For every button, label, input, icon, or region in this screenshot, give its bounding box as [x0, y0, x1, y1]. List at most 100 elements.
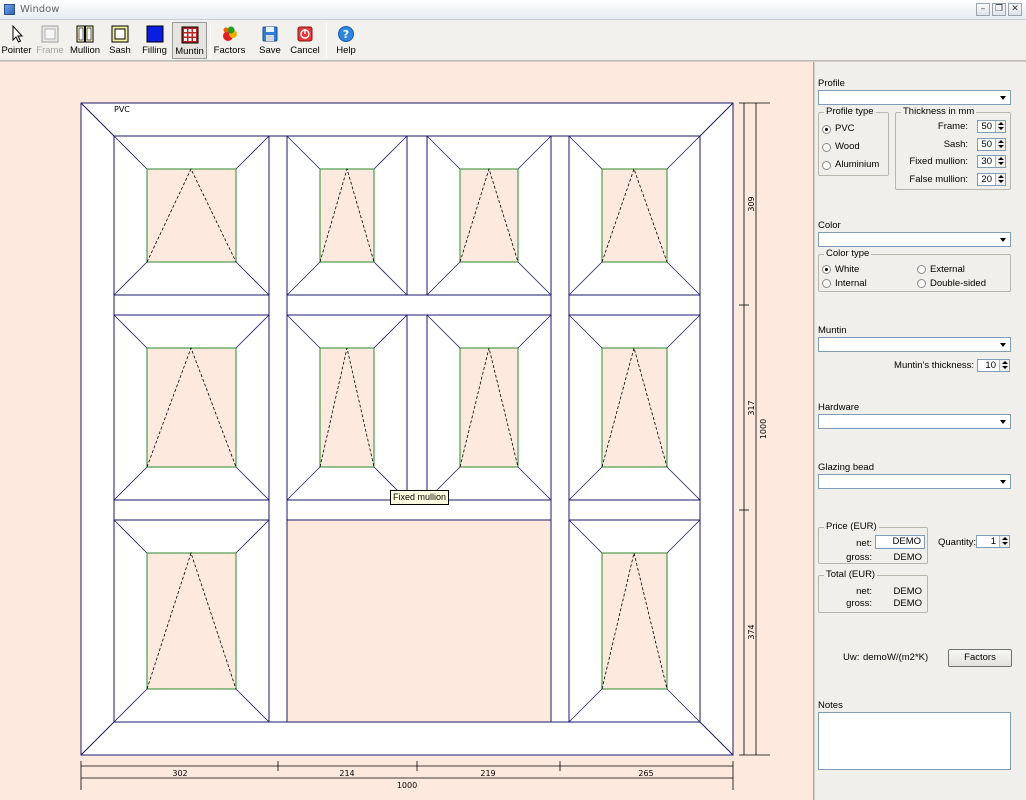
sash-thickness-spinner[interactable]: 50 — [977, 138, 1006, 151]
muntin-label: Muntin — [175, 46, 204, 57]
color-type-title: Color type — [824, 248, 872, 259]
profile-type-pvc-radio[interactable] — [822, 125, 831, 134]
frame-icon — [41, 25, 59, 43]
color-external-label[interactable]: External — [930, 264, 965, 275]
sash-3[interactable] — [426, 135, 552, 296]
cancel-button[interactable]: Cancel — [288, 22, 322, 59]
uw-label: Uw: — [843, 652, 860, 663]
price-title: Price (EUR) — [824, 521, 879, 532]
price-net-label: net: — [856, 538, 872, 549]
window-title: Window — [20, 4, 60, 15]
sash-7[interactable] — [426, 314, 552, 501]
app-icon — [4, 4, 15, 15]
dim-height-2: 317 — [747, 400, 756, 415]
sash-8[interactable] — [568, 314, 701, 501]
toolbar-separator — [210, 23, 211, 58]
window-drawing[interactable]: PVC 302 214 219 265 1000 309 317 374 100… — [0, 62, 814, 800]
frame-label: Frame — [36, 45, 64, 56]
profile-type-wood-radio[interactable] — [822, 143, 831, 152]
dim-height-3: 374 — [747, 624, 756, 639]
sash-1[interactable] — [113, 135, 270, 296]
chevron-down-icon[interactable] — [997, 233, 1010, 246]
color-white-label[interactable]: White — [835, 264, 859, 275]
hardware-label: Hardware — [818, 402, 860, 413]
toolbar: Pointer Frame Mullion Sash Filling Munti… — [0, 20, 1026, 61]
glazing-bead-select[interactable] — [818, 474, 1011, 489]
color-double-sided-radio[interactable] — [917, 279, 926, 288]
material-label: PVC — [114, 105, 130, 114]
color-internal-label[interactable]: Internal — [835, 278, 867, 289]
fixed-mullion-thickness-spinner[interactable]: 30 — [977, 155, 1006, 168]
profile-type-wood-label[interactable]: Wood — [835, 141, 860, 152]
total-gross-value: DEMO — [893, 598, 923, 609]
toolbar-separator — [326, 23, 327, 58]
cancel-label: Cancel — [290, 45, 320, 56]
color-double-sided-label[interactable]: Double-sided — [930, 278, 986, 289]
muntin-select[interactable] — [818, 337, 1011, 352]
hardware-select[interactable] — [818, 414, 1011, 429]
sash-label: Sash — [109, 45, 131, 56]
dim-height-1: 309 — [747, 196, 756, 211]
dim-width-3: 219 — [480, 769, 495, 778]
filling-tool[interactable]: Filling — [138, 22, 171, 59]
sash-4[interactable] — [568, 135, 701, 296]
save-button[interactable]: Save — [254, 22, 286, 59]
close-button[interactable]: ✕ — [1008, 3, 1022, 16]
dim-total-width: 1000 — [397, 781, 417, 790]
help-button[interactable]: ? Help — [330, 22, 362, 59]
profile-type-aluminium-label[interactable]: Aluminium — [835, 159, 879, 170]
sash-thickness-label: Sash: — [943, 139, 968, 150]
factors-label: Factors — [213, 45, 246, 56]
color-white-radio[interactable] — [822, 265, 831, 274]
color-external-radio[interactable] — [917, 265, 926, 274]
filling-icon — [146, 25, 163, 43]
sash-10[interactable] — [568, 519, 701, 723]
sash-6[interactable] — [286, 314, 408, 501]
dim-width-4: 265 — [638, 769, 653, 778]
sash-9[interactable] — [113, 519, 270, 723]
notes-textarea[interactable] — [818, 712, 1011, 770]
chevron-down-icon[interactable] — [997, 475, 1010, 488]
muntin-tool[interactable]: Muntin — [172, 22, 207, 59]
profile-type-title: Profile type — [824, 106, 876, 117]
total-net-value: DEMO — [893, 586, 923, 597]
factors-button[interactable]: Factors — [948, 649, 1012, 667]
pointer-icon — [12, 24, 23, 43]
false-mullion-thickness-spinner[interactable]: 20 — [977, 173, 1006, 186]
color-internal-radio[interactable] — [822, 279, 831, 288]
chevron-down-icon[interactable] — [997, 91, 1010, 104]
drawing-canvas[interactable]: PVC 302 214 219 265 1000 309 317 374 100… — [0, 62, 814, 800]
pointer-tool[interactable]: Pointer — [1, 22, 32, 59]
sash-5[interactable] — [113, 314, 270, 501]
color-label: Color — [818, 220, 841, 231]
dim-width-1: 302 — [172, 769, 187, 778]
factors-icon — [222, 26, 237, 41]
profile-type-pvc-label[interactable]: PVC — [835, 123, 855, 134]
quantity-spinner[interactable]: 1 — [976, 535, 1010, 548]
total-net-label: net: — [856, 586, 872, 597]
muntin-thickness-spinner[interactable]: 10 — [977, 359, 1010, 372]
total-gross-label: gross: — [846, 598, 872, 609]
frame-thickness-spinner[interactable]: 50 — [977, 120, 1006, 133]
maximize-button[interactable]: ❐ — [992, 3, 1006, 16]
mullion-tool[interactable]: Mullion — [69, 22, 101, 59]
fixed-glass-panel[interactable] — [286, 519, 552, 723]
factors-tool[interactable]: Factors — [213, 22, 246, 59]
sash-tool[interactable]: Sash — [104, 22, 136, 59]
color-select[interactable] — [818, 232, 1011, 247]
filling-label: Filling — [142, 45, 167, 56]
glazing-bead-label: Glazing bead — [818, 462, 874, 473]
price-gross-value: DEMO — [893, 552, 923, 563]
profile-select[interactable] — [818, 90, 1011, 105]
chevron-down-icon[interactable] — [997, 415, 1010, 428]
sash-2[interactable] — [286, 135, 408, 296]
chevron-down-icon[interactable] — [997, 338, 1010, 351]
properties-panel: Profile Profile type PVC Wood Aluminium … — [815, 62, 1026, 800]
uw-value: demo — [863, 652, 887, 663]
fixed-mullion-tooltip: Fixed mullion — [390, 490, 450, 505]
frame-tool[interactable]: Frame — [34, 22, 66, 59]
total-title: Total (EUR) — [824, 569, 878, 580]
frame-thickness-label: Frame: — [937, 121, 968, 132]
profile-type-aluminium-radio[interactable] — [822, 161, 831, 170]
minimize-button[interactable]: – — [976, 3, 990, 16]
